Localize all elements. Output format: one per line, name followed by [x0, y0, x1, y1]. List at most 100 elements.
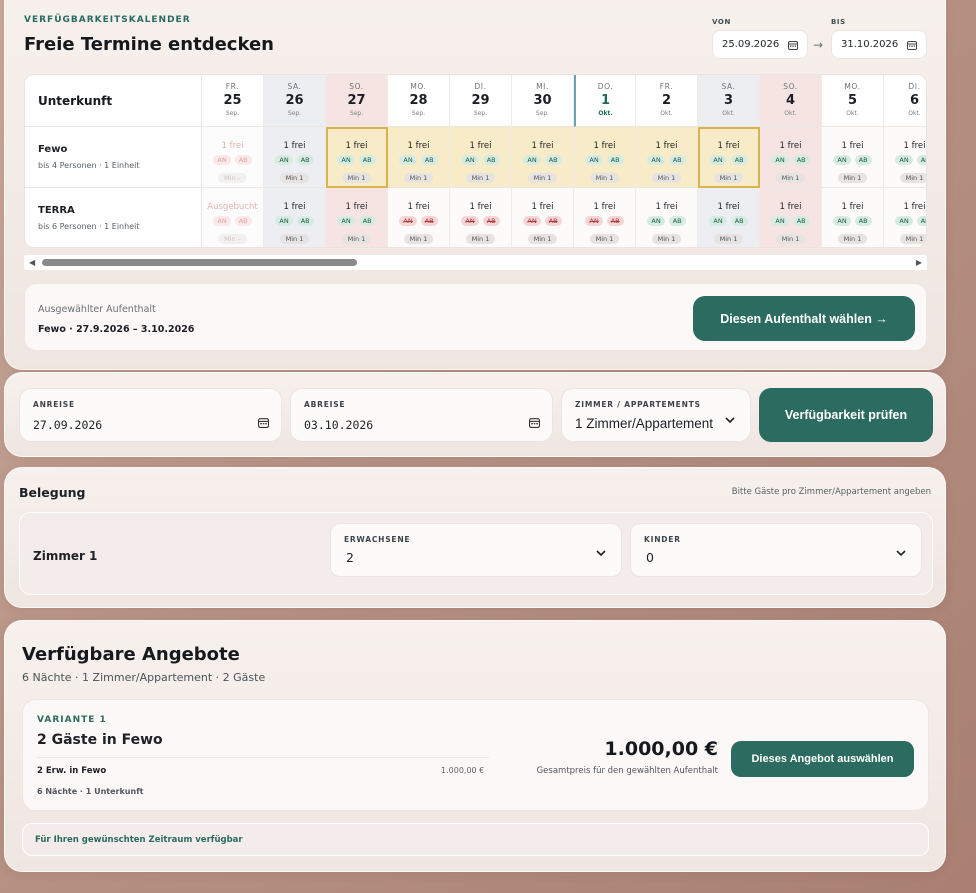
- arrival-chip: AN: [895, 216, 913, 226]
- calendar-day-cell[interactable]: 1 frei ANAB Min 1: [822, 188, 884, 247]
- select-stay-button[interactable]: Diesen Aufenthalt wählen →: [693, 296, 915, 341]
- min-stay-badge: Min 1: [713, 234, 744, 244]
- unit-header-label: Unterkunft: [38, 94, 113, 108]
- calendar-day-cell[interactable]: 1 frei ANAB Min 1: [884, 188, 926, 247]
- day-month: Sep.: [287, 110, 302, 117]
- children-select[interactable]: KINDER 0: [630, 523, 922, 577]
- arrival-departure-chips: ANAB: [574, 216, 635, 226]
- day-weekday: DO.: [597, 82, 614, 91]
- free-count: 1 frei: [345, 141, 368, 151]
- departure-date-field[interactable]: ABREISE 03.10.2026: [290, 388, 553, 442]
- offers-subtitle: 6 Nächte · 1 Zimmer/Appartement · 2 Gäst…: [22, 671, 266, 684]
- calendar-day-cell[interactable]: 1 frei ANAB Min 1: [512, 127, 574, 188]
- scroll-right-icon[interactable]: ▶: [916, 258, 922, 267]
- calendar-day-cell[interactable]: 1 frei ANAB Min 1: [388, 188, 450, 247]
- scroll-left-icon[interactable]: ◀: [29, 258, 35, 267]
- offers-card: Verfügbare Angebote 6 Nächte · 1 Zimmer/…: [4, 620, 946, 872]
- unit-row-terra: TERRA bis 6 Personen · 1 Einheit: [25, 188, 202, 247]
- calendar-day-cell[interactable]: 1 frei ANAB Min 1: [574, 188, 636, 247]
- arrival-departure-chips: ANAB: [884, 155, 926, 165]
- day-header: MI. 30 Sep.: [512, 75, 574, 127]
- min-stay-badge: Min 1: [899, 234, 926, 244]
- arrival-departure-chips: ANAB: [822, 155, 883, 165]
- arrival-chip: AN: [585, 216, 603, 226]
- calendar-day-cell[interactable]: 1 frei ANAB Min 1: [450, 188, 512, 247]
- min-stay-badge: Min 1: [651, 234, 682, 244]
- departure-chip: AB: [668, 216, 686, 226]
- scrollbar-thumb[interactable]: [42, 259, 357, 266]
- range-arrow: →: [813, 38, 824, 52]
- calendar-icon[interactable]: [529, 417, 540, 428]
- day-header: SA. 26 Sep.: [264, 75, 326, 127]
- calendar-day-cell[interactable]: 1 frei ANAB Min 1: [636, 127, 698, 188]
- free-count: 1 frei: [779, 202, 802, 212]
- to-date-input[interactable]: 31.10.2026: [831, 30, 927, 59]
- calendar-eyebrow: VERFÜGBARKEITSKALENDER: [24, 15, 191, 25]
- rooms-select[interactable]: ZIMMER / APPARTEMENTS 1 Zimmer/Apparteme…: [561, 388, 751, 442]
- to-date-value: 31.10.2026: [841, 39, 899, 50]
- day-month: Okt.: [722, 110, 735, 117]
- day-month: Sep.: [349, 110, 364, 117]
- arrival-departure-chips: ANAB: [512, 155, 573, 165]
- calendar-day-cell[interactable]: 1 frei ANAB Min 1: [326, 188, 388, 247]
- rooms-value: 1 Zimmer/Appartement: [575, 416, 714, 431]
- calendar-day-cell[interactable]: 1 frei ANAB Min 1: [884, 127, 926, 188]
- day-weekday: MO.: [844, 82, 861, 91]
- arrival-chip: AN: [337, 155, 355, 165]
- calendar-day-cell[interactable]: 1 frei ANAB Min 1: [698, 127, 760, 188]
- min-stay-badge: Min 1: [899, 173, 926, 183]
- day-number: 3: [723, 93, 734, 108]
- day-month: Sep.: [535, 110, 550, 117]
- calendar-day-cell[interactable]: 1 frei ANAB Min 1: [388, 127, 450, 188]
- calendar-day-cell[interactable]: 1 frei ANAB Min 1: [760, 188, 822, 247]
- availability-calendar-card: VERFÜGBARKEITSKALENDER Freie Termine ent…: [4, 0, 946, 370]
- offer-line-label: 2 Erw. in Fewo: [37, 766, 107, 776]
- departure-chip: AB: [668, 155, 686, 165]
- day-number: 1: [600, 93, 611, 108]
- arrival-departure-chips: ANAB: [636, 155, 697, 165]
- calendar-icon[interactable]: [258, 417, 269, 428]
- day-number: 6: [909, 93, 920, 108]
- calendar-day-cell[interactable]: 1 frei ANAB Min 1: [326, 127, 388, 188]
- departure-chip: AB: [916, 155, 926, 165]
- calendar-day-cell[interactable]: 1 frei ANAB Min 1: [512, 188, 574, 247]
- calendar-day-cell[interactable]: 1 frei ANAB Min 1: [574, 127, 636, 188]
- day-header: MO. 5 Okt.: [822, 75, 884, 127]
- availability-note: Für Ihren gewünschten Zeitraum verfügbar: [22, 823, 929, 856]
- arrival-chip: AN: [399, 216, 417, 226]
- from-date-value: 25.09.2026: [722, 39, 780, 50]
- adults-select[interactable]: ERWACHSENE 2: [330, 523, 622, 577]
- occupancy-hint: Bitte Gäste pro Zimmer/Appartement angeb…: [731, 487, 931, 497]
- arrival-chip: AN: [771, 155, 789, 165]
- calendar-day-cell[interactable]: 1 frei ANAB Min 1: [450, 127, 512, 188]
- min-stay-badge: Min 1: [837, 234, 868, 244]
- calendar-day-cell[interactable]: 1 frei ANAB Min 1: [264, 127, 326, 188]
- arrival-date-field[interactable]: ANREISE 27.09.2026: [19, 388, 282, 442]
- offer-card: VARIANTE 1 2 Gäste in Fewo 2 Erw. in Few…: [22, 699, 929, 811]
- min-stay-badge: Min –: [218, 234, 247, 244]
- from-date-input[interactable]: 25.09.2026: [712, 30, 808, 59]
- free-count: 1 frei: [283, 141, 306, 151]
- day-weekday: DI.: [908, 82, 921, 91]
- day-weekday: MO.: [410, 82, 427, 91]
- free-count: 1 frei: [717, 202, 740, 212]
- departure-chip: AB: [730, 216, 748, 226]
- day-header: SA. 3 Okt.: [698, 75, 760, 127]
- calendar-scrollbar[interactable]: ◀ ▶: [24, 255, 927, 270]
- check-availability-button[interactable]: Verfügbarkeit prüfen: [759, 388, 933, 442]
- unit-row-fewo: Fewo bis 4 Personen · 1 Einheit: [25, 127, 202, 188]
- arrival-chip: AN: [771, 216, 789, 226]
- free-count: 1 frei: [655, 141, 678, 151]
- calendar-day-cell[interactable]: 1 frei ANAB Min 1: [698, 188, 760, 247]
- departure-chip: AB: [854, 155, 872, 165]
- select-offer-button[interactable]: Dieses Angebot auswählen: [731, 741, 914, 777]
- arrival-departure-chips: ANAB: [760, 216, 821, 226]
- day-weekday: FR.: [225, 82, 240, 91]
- calendar-day-cell[interactable]: 1 frei ANAB Min 1: [264, 188, 326, 247]
- calendar-day-cell[interactable]: 1 frei ANAB Min 1: [822, 127, 884, 188]
- arrival-chip: AN: [523, 155, 541, 165]
- calendar-icon: [907, 41, 917, 50]
- min-stay-badge: Min 1: [341, 173, 372, 183]
- calendar-day-cell[interactable]: 1 frei ANAB Min 1: [636, 188, 698, 247]
- calendar-day-cell[interactable]: 1 frei ANAB Min 1: [760, 127, 822, 188]
